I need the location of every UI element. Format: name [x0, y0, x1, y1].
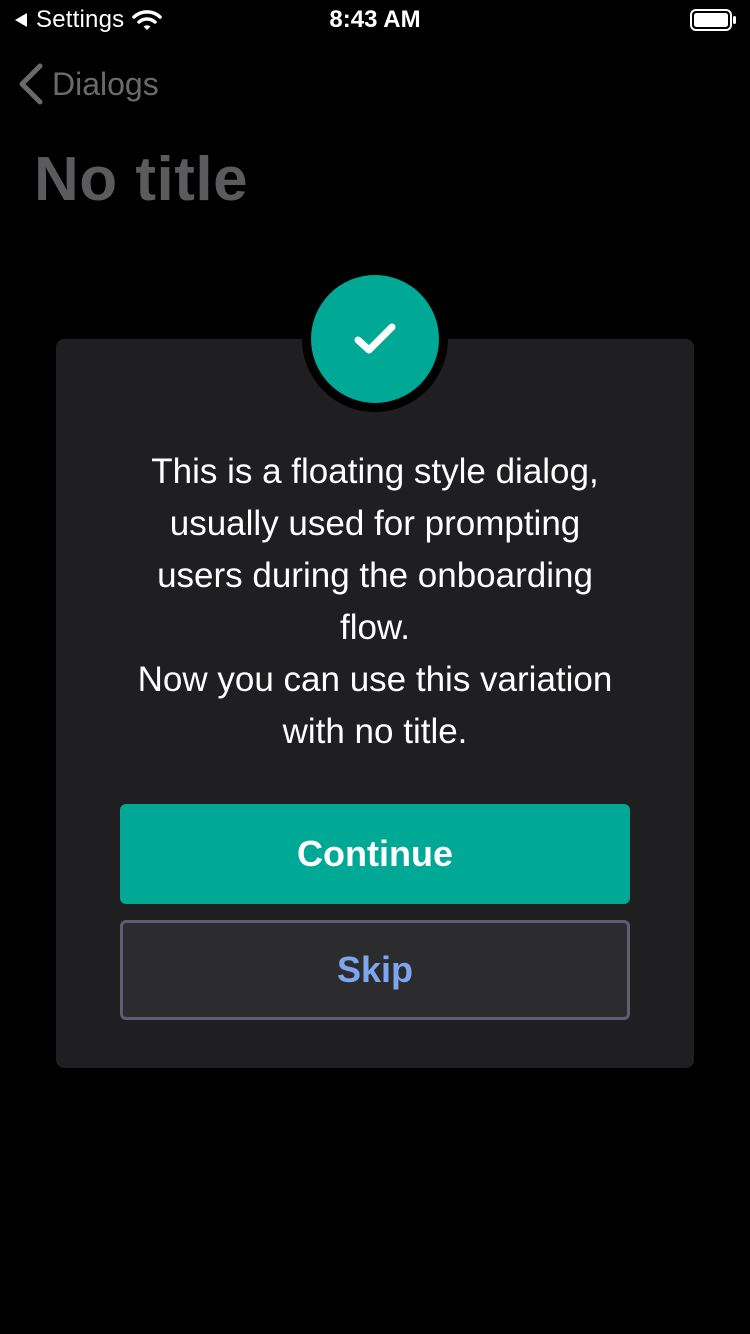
- success-badge: [311, 275, 439, 403]
- battery-icon: [690, 9, 736, 31]
- status-bar: Settings 8:43 AM: [0, 0, 750, 40]
- skip-button[interactable]: Skip: [120, 920, 630, 1020]
- nav-back-button[interactable]: Dialogs: [16, 62, 159, 106]
- checkmark-icon: [353, 322, 397, 356]
- page-title: No title: [34, 145, 249, 214]
- status-time: 8:43 AM: [329, 6, 421, 33]
- chevron-left-icon: [16, 62, 44, 106]
- nav-back-label: Dialogs: [52, 66, 159, 102]
- continue-button[interactable]: Continue: [120, 804, 630, 904]
- dialog-message: This is a floating style dialog, usually…: [137, 452, 613, 751]
